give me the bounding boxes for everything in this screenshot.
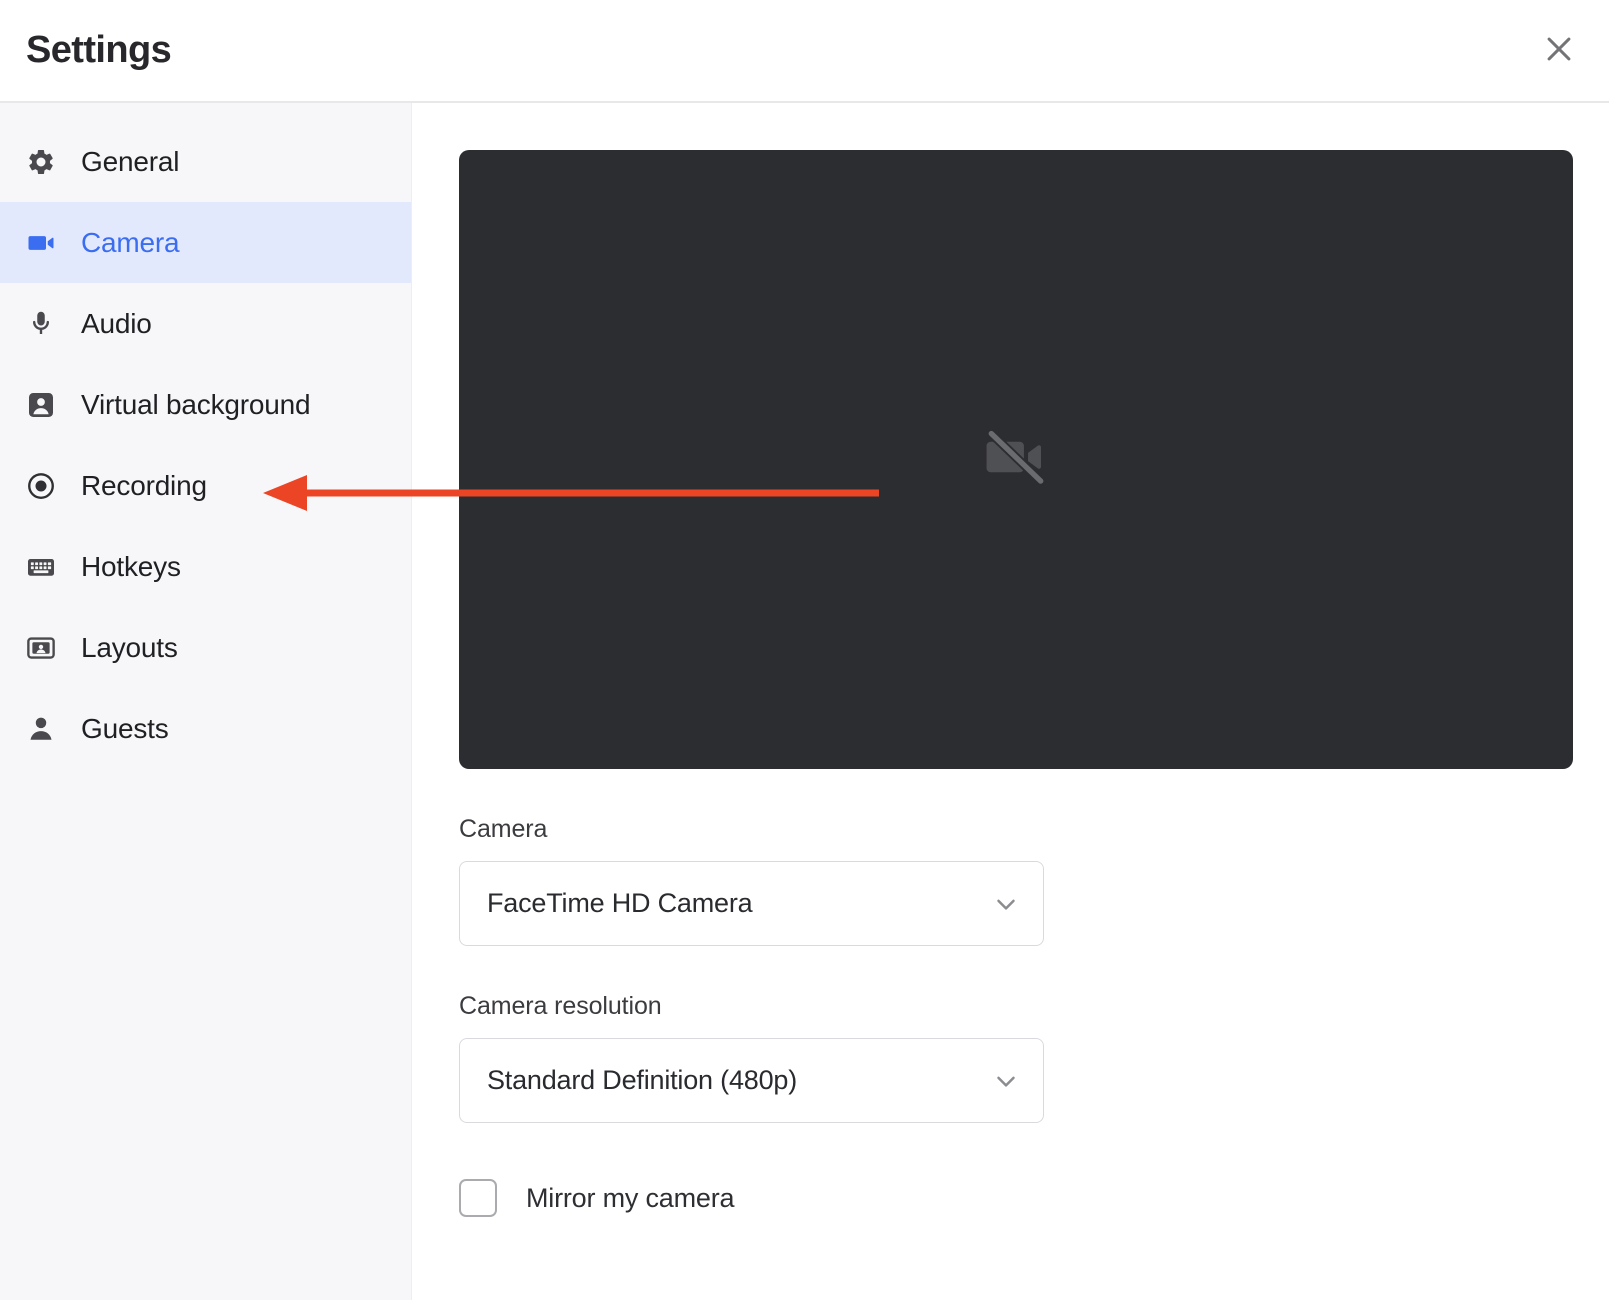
camera-resolution-field: Camera resolution Standard Definition (4… [459,992,1609,1123]
layout-person-icon [24,631,58,665]
record-dot-icon [24,469,58,503]
sidebar-item-label: Camera [81,226,180,258]
camera-device-field: Camera FaceTime HD Camera [459,815,1609,946]
sidebar-item-camera[interactable]: Camera [0,202,411,283]
camera-device-label: Camera [459,815,548,843]
video-camera-icon [24,226,58,260]
sidebar-item-audio[interactable]: Audio [0,283,411,364]
settings-window: Settings General Camera Audio Virtual ba… [0,0,1609,1300]
chevron-down-icon [991,1066,1021,1096]
sidebar-item-hotkeys[interactable]: Hotkeys [0,526,411,607]
camera-device-select[interactable]: FaceTime HD Camera [459,861,1044,946]
mirror-my-camera-checkbox[interactable] [459,1179,497,1217]
camera-resolution-value: Standard Definition (480p) [487,1065,797,1095]
person-icon [24,712,58,746]
mirror-my-camera-row[interactable]: Mirror my camera [459,1179,1609,1217]
sidebar-item-general[interactable]: General [0,121,411,202]
chevron-down-icon [991,889,1021,919]
page-title: Settings [26,29,172,71]
window-body: General Camera Audio Virtual background … [0,103,1609,1300]
camera-preview [459,150,1573,769]
sidebar-item-virtual-background[interactable]: Virtual background [0,364,411,445]
camera-settings-panel: Camera FaceTime HD Camera Camera resolut… [412,103,1609,1300]
camera-off-icon [978,419,1054,500]
sidebar-item-layouts[interactable]: Layouts [0,607,411,688]
gear-icon [24,145,58,179]
sidebar-item-label: Audio [81,307,152,339]
close-button[interactable] [1531,23,1587,79]
sidebar-item-label: Virtual background [81,388,311,420]
settings-sidebar: General Camera Audio Virtual background … [0,103,412,1300]
sidebar-item-recording[interactable]: Recording [0,445,411,526]
sidebar-item-label: Layouts [81,631,178,663]
microphone-icon [24,307,58,341]
close-icon [1542,32,1576,69]
window-header: Settings [0,0,1609,103]
camera-resolution-select[interactable]: Standard Definition (480p) [459,1038,1044,1123]
person-card-icon [24,388,58,422]
sidebar-item-label: Recording [81,469,207,501]
sidebar-item-label: Guests [81,712,169,744]
sidebar-item-label: General [81,145,180,177]
mirror-my-camera-label: Mirror my camera [526,1182,735,1213]
camera-device-value: FaceTime HD Camera [487,888,753,918]
sidebar-item-guests[interactable]: Guests [0,688,411,769]
sidebar-item-label: Hotkeys [81,550,181,582]
keyboard-icon [24,550,58,584]
camera-resolution-label: Camera resolution [459,992,662,1020]
